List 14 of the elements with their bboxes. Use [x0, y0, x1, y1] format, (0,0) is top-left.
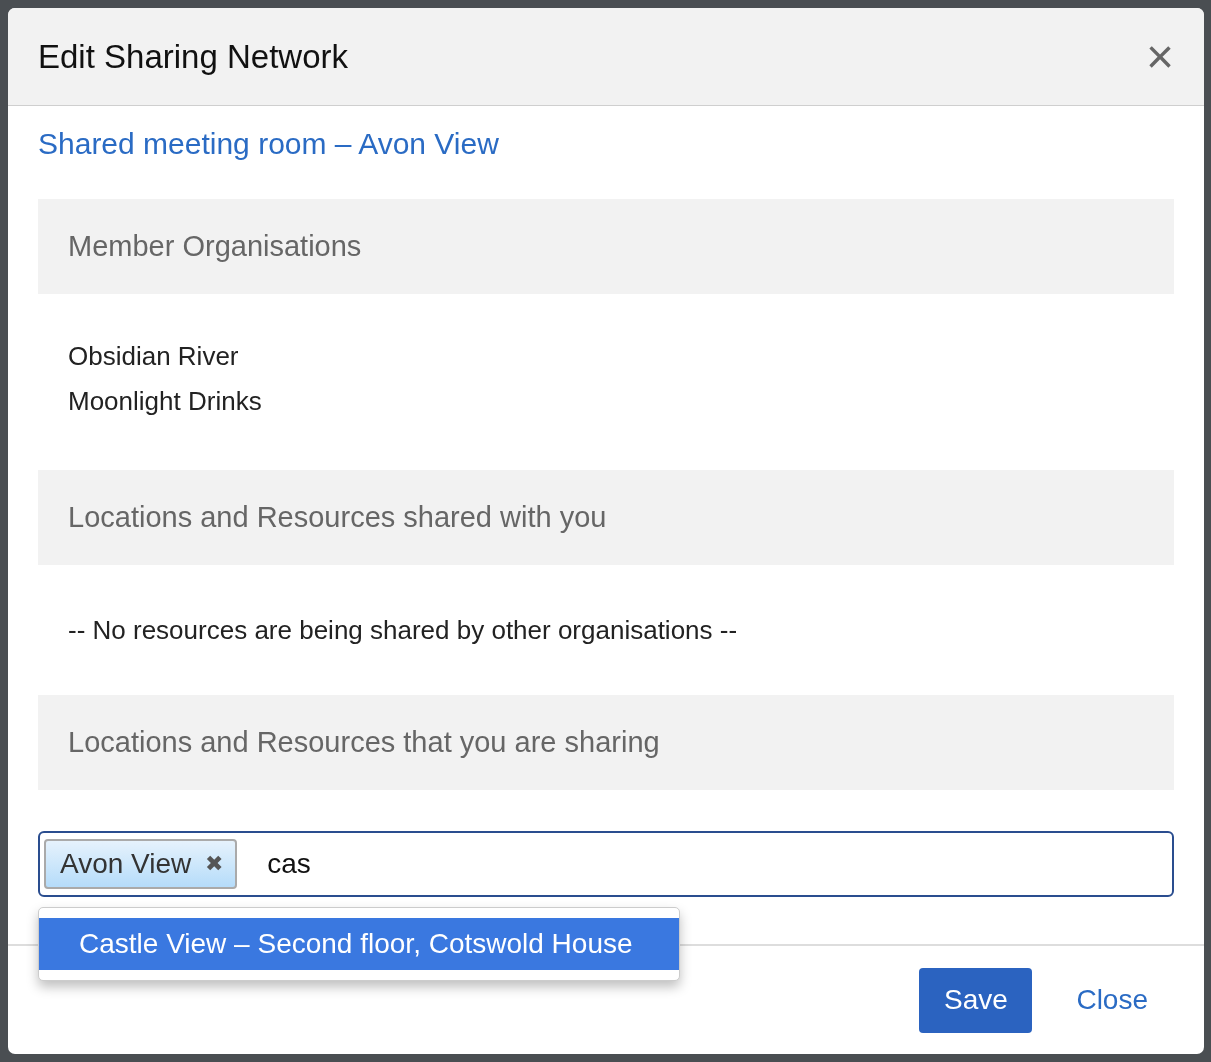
- section-header: Locations and Resources shared with you: [38, 470, 1174, 565]
- section-header: Member Organisations: [38, 199, 1174, 294]
- empty-message: -- No resources are being shared by other organisations --: [67, 614, 739, 647]
- close-link[interactable]: Close: [1076, 984, 1148, 1016]
- organisation-name: Moonlight Drinks: [68, 385, 263, 418]
- suggestion-option[interactable]: Castle View – Second floor, Cotswold House: [39, 918, 679, 970]
- save-button[interactable]: Save: [919, 967, 1033, 1033]
- network-link[interactable]: Shared meeting room – Avon View: [38, 124, 499, 164]
- tag-label: Avon View: [60, 848, 192, 880]
- remove-tag-button[interactable]: ✖: [205, 851, 224, 877]
- dialog-title: Edit Sharing Network: [38, 37, 348, 76]
- organisation-name: Obsidian River: [68, 340, 240, 373]
- resource-picker-field[interactable]: Avon View ✖ cas: [38, 831, 1174, 897]
- section-header: Locations and Resources that you are sharing: [38, 695, 1174, 790]
